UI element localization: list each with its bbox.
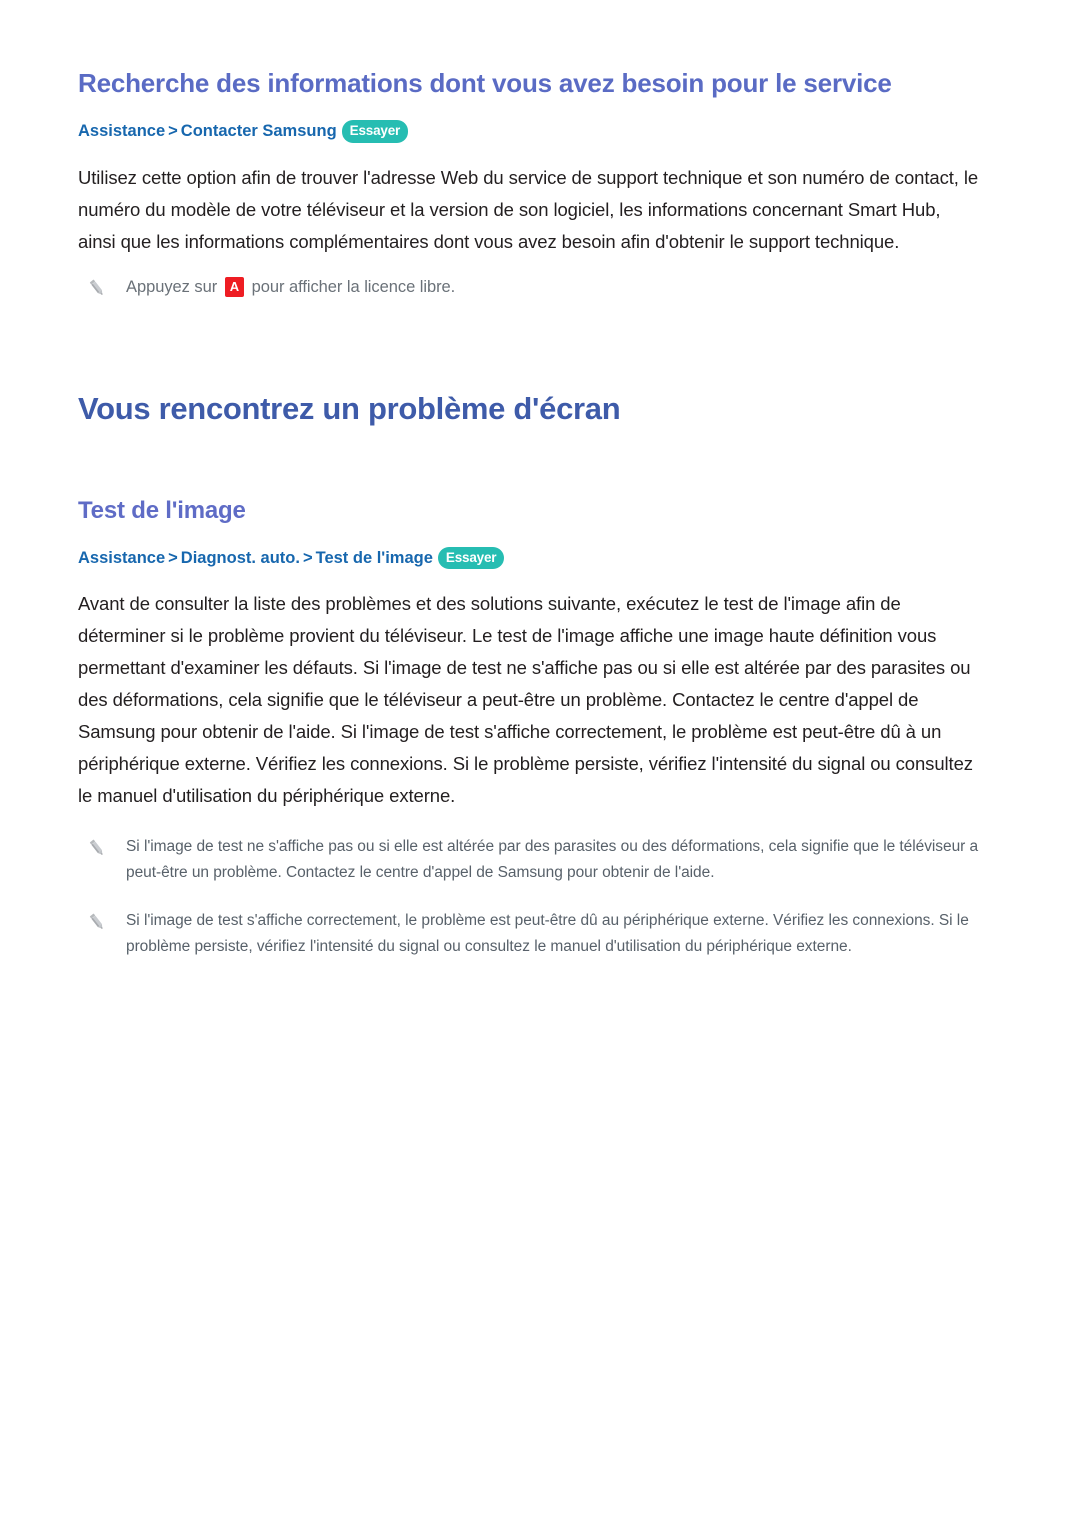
- paragraph-service-info: Utilisez cette option afin de trouver l'…: [78, 166, 979, 252]
- note-test-displayed-correctly: Si l'image de test s'affiche correctemen…: [78, 908, 1002, 960]
- breadcrumb-separator-1: >: [168, 548, 178, 567]
- note-license-suffix: pour afficher la licence libre.: [251, 277, 456, 296]
- pencil-icon: [86, 911, 108, 933]
- note-license-text: Appuyez sur A pour afficher la licence l…: [126, 274, 455, 300]
- breadcrumb-contacter-samsung: Assistance > Contacter Samsung Essayer: [78, 120, 1002, 144]
- try-now-button-2[interactable]: Essayer: [437, 546, 505, 570]
- try-now-button[interactable]: Essayer: [341, 120, 409, 143]
- breadcrumb-item-assistance-2[interactable]: Assistance: [78, 549, 165, 567]
- breadcrumb-item-test-de-limage[interactable]: Test de l'image: [316, 549, 433, 567]
- paragraph-picture-test: Avant de consulter la liste des problème…: [78, 593, 973, 807]
- breadcrumb-separator: >: [168, 122, 178, 141]
- subsection-heading-picture-test: Test de l'image: [78, 496, 246, 524]
- breadcrumb-item-assistance[interactable]: Assistance: [78, 122, 165, 140]
- note-license-prefix: Appuyez sur: [126, 277, 218, 296]
- pencil-icon: [86, 837, 108, 859]
- note-test-not-displayed: Si l'image de test ne s'affiche pas ou s…: [78, 834, 1002, 886]
- breadcrumb-item-diagnost-auto[interactable]: Diagnost. auto.: [181, 549, 300, 567]
- breadcrumb-item-contacter-samsung[interactable]: Contacter Samsung: [181, 122, 337, 140]
- breadcrumb-separator-2: >: [302, 548, 313, 567]
- note-test-displayed-correctly-text: Si l'image de test s'affiche correctemen…: [126, 912, 969, 956]
- document-page: Recherche des informations dont vous ave…: [0, 0, 1080, 1527]
- pencil-icon: [86, 277, 108, 299]
- note-license: Appuyez sur A pour afficher la licence l…: [78, 274, 1002, 300]
- section-heading-service-info: Recherche des informations dont vous ave…: [78, 68, 892, 98]
- key-a-badge[interactable]: A: [224, 276, 245, 297]
- chapter-heading-screen-problem: Vous rencontrez un problème d'écran: [78, 390, 621, 426]
- note-test-not-displayed-text: Si l'image de test ne s'affiche pas ou s…: [126, 838, 979, 882]
- breadcrumb-test-de-limage: Assistance > Diagnost. auto. > Test de l'ima…: [78, 546, 1002, 571]
